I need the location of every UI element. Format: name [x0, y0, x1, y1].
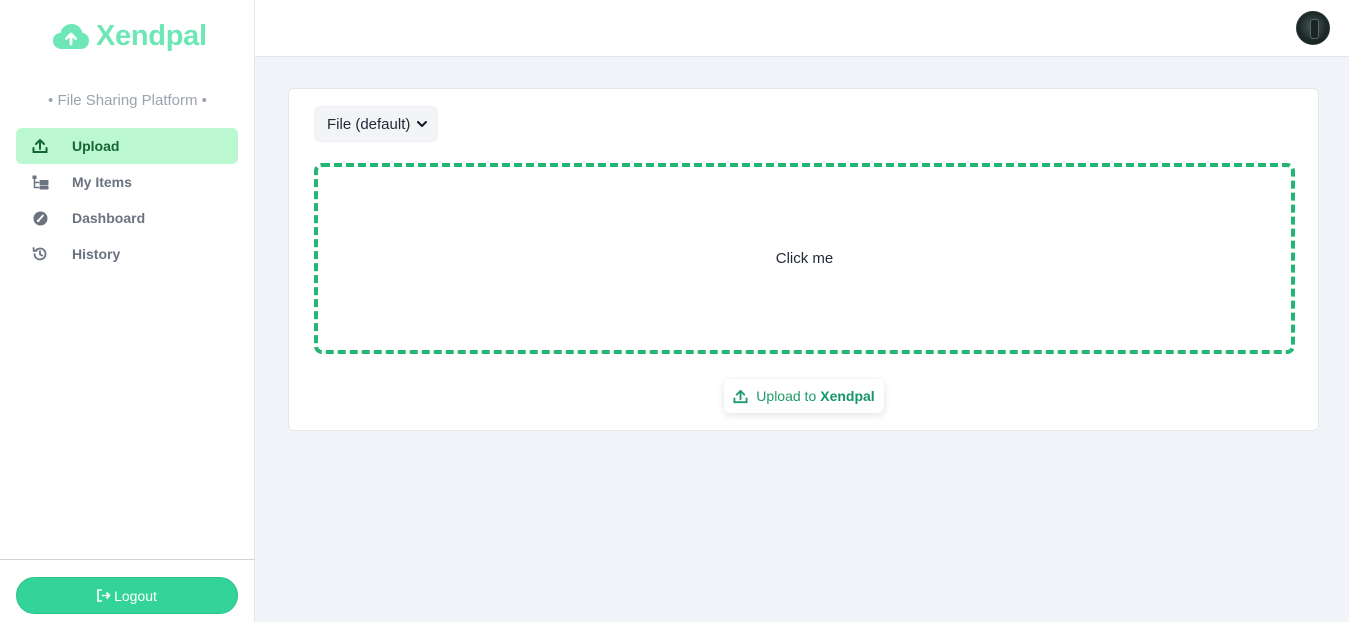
sidebar-item-label: History: [72, 246, 121, 262]
upload-type-select[interactable]: File (default): [314, 106, 438, 142]
sidebar-item-upload[interactable]: Upload: [16, 128, 238, 164]
cloud-upload-icon: [53, 24, 89, 49]
sidebar: Xendpal • File Sharing Platform • Upload: [0, 0, 255, 622]
brand-logo[interactable]: Xendpal: [52, 16, 207, 56]
logout-button[interactable]: Logout: [16, 577, 238, 614]
chevron-down-icon: [417, 121, 427, 127]
history-icon: [16, 246, 64, 262]
brand-name: Xendpal: [96, 19, 207, 52]
logout-label: Logout: [114, 587, 157, 604]
upload-type-selected: File (default): [327, 115, 411, 133]
folder-tree-icon: [16, 175, 64, 190]
gauge-icon: [16, 211, 64, 226]
file-dropzone[interactable]: Click me: [314, 163, 1295, 354]
sidebar-footer: Logout: [0, 559, 255, 622]
sidebar-item-my-items[interactable]: My Items: [16, 164, 238, 200]
upload-button-brand: Xendpal: [820, 388, 875, 404]
sidebar-item-label: Dashboard: [72, 210, 146, 226]
avatar[interactable]: [1296, 11, 1330, 45]
upload-card: File (default) Click me Upload to Xendpa…: [288, 88, 1319, 431]
top-bar: [255, 0, 1349, 57]
upload-to-xendpal-button[interactable]: Upload to Xendpal: [724, 379, 884, 413]
upload-button-prefix: Upload to: [756, 388, 817, 404]
logout-icon: [97, 589, 111, 602]
sidebar-item-history[interactable]: History: [16, 236, 238, 272]
sidebar-item-label: Upload: [72, 138, 120, 154]
sidebar-item-dashboard[interactable]: Dashboard: [16, 200, 238, 236]
dropzone-label: Click me: [775, 250, 834, 267]
sidebar-item-label: My Items: [72, 174, 132, 190]
upload-icon: [16, 138, 64, 154]
sidebar-nav: Upload My Items Dashboard History: [16, 128, 238, 272]
tagline: • File Sharing Platform •: [48, 92, 207, 109]
upload-icon: [733, 389, 748, 403]
